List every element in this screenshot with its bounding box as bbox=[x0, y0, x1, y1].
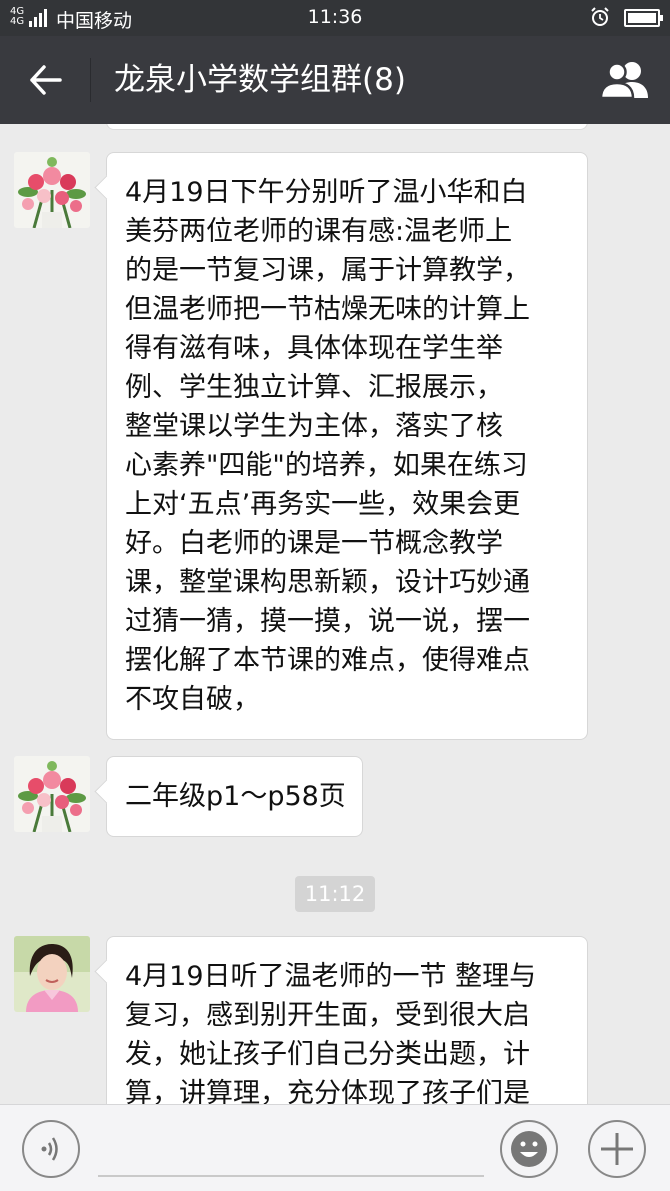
message-text-line: 心素养"四能"的培养，如果在练习 bbox=[125, 450, 528, 481]
message-text-line: 不攻自破， bbox=[125, 684, 260, 715]
message-text-line: 二年级p1～p58页 bbox=[125, 781, 346, 812]
message-text-line: 得有滋有味，具体体现在学生举 bbox=[125, 333, 503, 364]
battery-icon bbox=[624, 9, 663, 27]
message-text-line: 复习，感到别开生面，受到很大启 bbox=[125, 1000, 530, 1031]
message-bubble[interactable]: 4月19日下午分别听了温小华和白 美芬两位老师的课有感:温老师上 的是一节复习课，属… bbox=[106, 152, 588, 740]
message-text-line: 摆化解了本节课的难点，使得难点 bbox=[125, 645, 530, 676]
message-text-line: 课，整堂课构思新颖，设计巧妙通 bbox=[125, 567, 530, 598]
message-input[interactable] bbox=[98, 1175, 484, 1177]
header-divider bbox=[90, 58, 91, 102]
woman-portrait-avatar[interactable] bbox=[14, 936, 90, 1012]
flower-bouquet-avatar[interactable] bbox=[14, 756, 90, 832]
status-time: 11:36 bbox=[307, 6, 363, 28]
timestamp-label: 11:12 bbox=[295, 876, 375, 912]
arrow-left-icon[interactable] bbox=[28, 62, 64, 98]
status-bar: 4G 4G 中国移动 11:36 bbox=[0, 0, 670, 36]
message-bubble[interactable]: 二年级p1～p58页 bbox=[106, 756, 363, 837]
message-text-line: 发，她让孩子们自己分类出题，计 bbox=[125, 1039, 530, 1070]
voice-icon[interactable] bbox=[22, 1120, 80, 1178]
message-text-line: 美芬两位老师的课有感:温老师上 bbox=[125, 216, 513, 247]
flower-bouquet-avatar[interactable] bbox=[14, 152, 90, 228]
message-text-line: 4月19日下午分别听了温小华和白 bbox=[125, 177, 528, 208]
people-icon[interactable] bbox=[598, 60, 652, 100]
message-text-line: 好。白老师的课是一节概念教学 bbox=[125, 528, 503, 559]
message-text-line: 算，讲算理，充分体现了孩子们是 bbox=[125, 1078, 530, 1104]
previous-message-bubble[interactable] bbox=[106, 124, 588, 130]
chat-header: 龙泉小学数学组群(8) bbox=[0, 36, 670, 124]
plus-icon[interactable] bbox=[588, 1120, 646, 1178]
message-text-line: 整堂课以学生为主体，落实了核 bbox=[125, 411, 503, 442]
message-text-line: 上对‘五点’再务实一些，效果会更 bbox=[125, 489, 521, 520]
message-text-line: 的是一节复习课，属于计算教学， bbox=[125, 255, 530, 286]
message-text-line: 但温老师把一节枯燥无味的计算上 bbox=[125, 294, 530, 325]
alarm-icon bbox=[591, 7, 609, 26]
message-text-line: 4月19日听了温老师的一节 整理与 bbox=[125, 961, 537, 992]
message-bubble[interactable]: 4月19日听了温老师的一节 整理与 复习，感到别开生面，受到很大启 发，她让孩子们自… bbox=[106, 936, 588, 1104]
chat-title: 龙泉小学数学组群(8) bbox=[114, 62, 406, 98]
message-text-line: 过猜一猜，摸一摸，说一说，摆一 bbox=[125, 606, 530, 637]
message-list[interactable]: 4月19日下午分别听了温小华和白 美芬两位老师的课有感:温老师上 的是一节复习课，属… bbox=[0, 124, 670, 1104]
message-text-line: 例、学生独立计算、汇报展示， bbox=[125, 372, 503, 403]
input-bar bbox=[0, 1104, 670, 1191]
emoji-icon[interactable] bbox=[500, 1120, 558, 1178]
